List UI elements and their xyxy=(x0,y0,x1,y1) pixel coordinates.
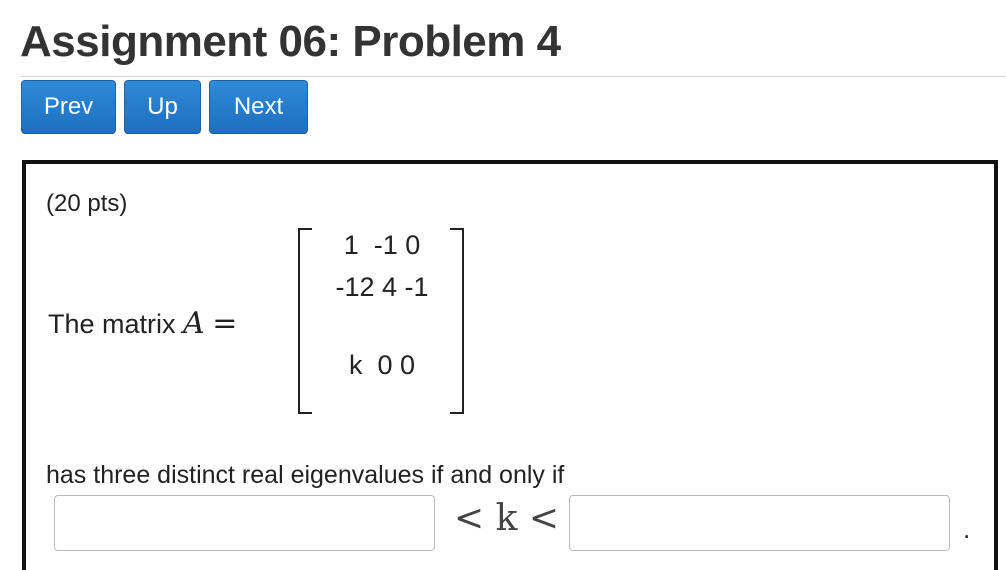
end-period: . xyxy=(963,514,971,544)
matrix-left-bracket xyxy=(298,228,312,414)
equals-sign: = xyxy=(212,306,238,341)
matrix-row-2: -12 4 -1 xyxy=(335,272,429,302)
inequality-text: < k < xyxy=(454,498,560,539)
up-button[interactable]: Up xyxy=(124,80,201,134)
page-title: Assignment 06: Problem 4 xyxy=(20,17,561,66)
matrix-statement: The matrix A = xyxy=(48,306,237,341)
lower-bound-input[interactable] xyxy=(54,495,435,551)
matrix-row-3: k 0 0 xyxy=(348,350,416,380)
prev-button[interactable]: Prev xyxy=(21,80,116,134)
next-button[interactable]: Next xyxy=(209,80,308,134)
matrix-intro-text: The matrix xyxy=(48,309,176,339)
upper-bound-input[interactable] xyxy=(569,495,950,551)
points-label: (20 pts) xyxy=(46,190,128,217)
question-text: has three distinct real eigenvalues if a… xyxy=(46,461,565,489)
matrix-row-1: 1 -1 0 xyxy=(343,230,421,260)
matrix-symbol: A xyxy=(183,306,205,341)
page: Assignment 06: Problem 4 Prev Up Next (2… xyxy=(0,0,1006,570)
matrix-right-bracket xyxy=(450,228,464,414)
problem-box: (20 pts) The matrix A = 1 -1 0 -12 4 -1 … xyxy=(22,160,998,570)
title-divider xyxy=(20,76,1006,77)
